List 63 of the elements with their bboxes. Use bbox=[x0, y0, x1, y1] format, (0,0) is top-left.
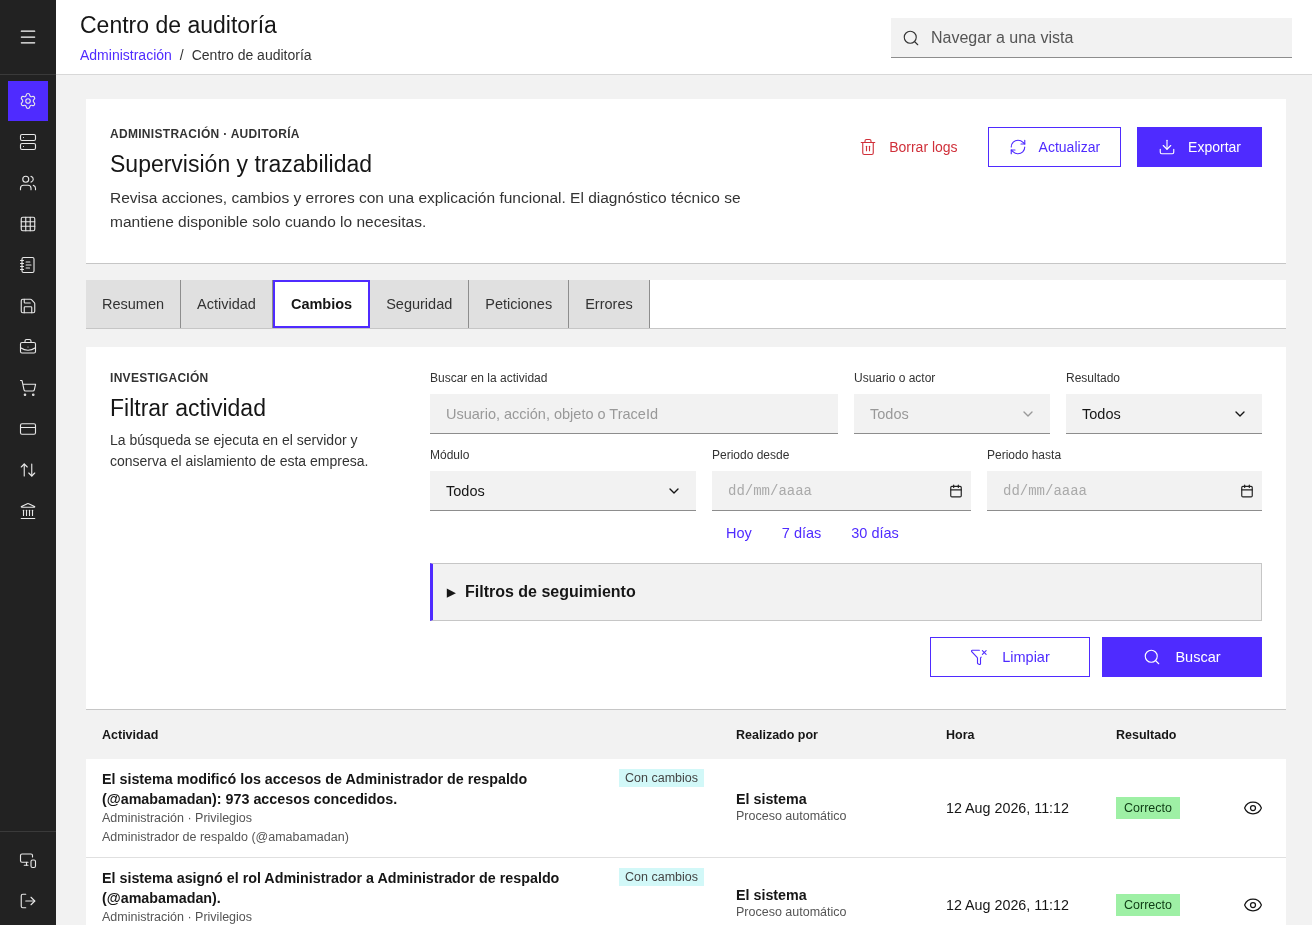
changes-tag: Con cambios bbox=[619, 769, 704, 787]
navigation-search-field[interactable]: Navegar a una vista bbox=[891, 18, 1292, 58]
time-cell-text: 12 Aug 2026, 11:12 bbox=[946, 800, 1070, 816]
module-select[interactable]: Todos bbox=[430, 471, 696, 511]
changes-tag: Con cambios bbox=[619, 868, 704, 886]
breadcrumb-link[interactable]: Administración bbox=[80, 47, 172, 63]
refresh-button[interactable]: Actualizar bbox=[987, 127, 1122, 167]
clear-filter-icon bbox=[970, 648, 989, 666]
result-select[interactable]: Todos bbox=[1066, 394, 1262, 434]
actor-detail: Proceso automático bbox=[736, 807, 848, 825]
column-header: Actividad bbox=[86, 710, 720, 759]
search-icon bbox=[902, 29, 920, 47]
filter-description: La búsqueda se ejecuta en el servidor y conserva el aislamiento de esta empresa. bbox=[110, 431, 370, 471]
tab[interactable]: Resumen bbox=[86, 280, 182, 328]
column-header: Resultado bbox=[1100, 710, 1286, 759]
search-button[interactable]: Buscar bbox=[1102, 637, 1262, 677]
tab[interactable]: Cambios bbox=[272, 280, 371, 328]
activity-meta: Administrador de respaldo (@amabamadan) bbox=[102, 829, 350, 846]
result-tag: Correcto bbox=[1116, 797, 1180, 819]
field-label: Buscar en la actividad bbox=[430, 371, 549, 385]
clear-button[interactable]: Limpiar bbox=[930, 637, 1090, 677]
actor-name: El sistema bbox=[736, 790, 808, 807]
page-title: Centro de auditoría bbox=[80, 12, 278, 39]
activity-search-field[interactable]: Usuario, acción, objeto o TraceId bbox=[430, 394, 838, 434]
tab[interactable]: Actividad bbox=[181, 280, 273, 328]
calendar-icon bbox=[1240, 483, 1254, 498]
quick-range-link[interactable]: 7 días bbox=[781, 525, 822, 541]
quick-range-link[interactable]: Hoy bbox=[726, 525, 752, 541]
export-button[interactable]: Exportar bbox=[1137, 127, 1262, 167]
field-label: Usuario o actor bbox=[854, 371, 937, 385]
activity-description: El sistema modificó los accesos de Administrador de respaldo (@amabamadan): 973 accesos concedidos. bbox=[102, 770, 529, 809]
section-title: Supervisión y trazabilidad bbox=[110, 151, 374, 178]
delete-logs-button[interactable]: Borrar logs bbox=[845, 127, 972, 167]
download-icon bbox=[1158, 138, 1177, 156]
field-label: Periodo desde bbox=[712, 448, 791, 462]
column-header: Realizado por bbox=[720, 710, 930, 759]
actor-detail: Proceso automático bbox=[736, 904, 848, 921]
field-label: Módulo bbox=[430, 448, 471, 462]
calendar-icon bbox=[949, 483, 963, 498]
column-header: Hora bbox=[930, 710, 1100, 759]
tracking-filters-accordion[interactable]: ▶ Filtros de seguimiento bbox=[430, 563, 1262, 621]
filter-title: Filtrar actividad bbox=[110, 395, 267, 422]
field-label: Periodo hasta bbox=[987, 448, 1063, 462]
tab[interactable]: Errores bbox=[569, 280, 650, 328]
field-label: Resultado bbox=[1066, 371, 1122, 385]
breadcrumb-separator: / bbox=[179, 47, 184, 63]
activity-meta: Administración · Privilegios bbox=[102, 810, 254, 827]
breadcrumb-current: Centro de auditoría bbox=[191, 47, 312, 63]
activity-description: El sistema asignó el rol Administrador a Administrador de respaldo (@amabamadan). bbox=[102, 869, 561, 908]
quick-range-link[interactable]: 30 días bbox=[851, 525, 899, 541]
result-tag: Correcto bbox=[1116, 893, 1180, 916]
settings-icon[interactable] bbox=[8, 81, 48, 121]
section-description: Revisa acciones, cambios y errores con una explicación funcional. El diagnóstico técnico se mantiene disponible solo cuando lo necesitas. bbox=[110, 188, 742, 232]
tab[interactable]: Peticiones bbox=[469, 280, 570, 328]
activity-meta: Administración · Privilegios bbox=[102, 909, 254, 925]
tab[interactable]: Seguridad bbox=[370, 280, 470, 328]
search-icon bbox=[1143, 648, 1162, 666]
time-cell-text: 12 Aug 2026, 11:12 bbox=[946, 896, 1070, 913]
filter-eyebrow: INVESTIGACIÓN bbox=[110, 371, 210, 385]
refresh-icon bbox=[1008, 138, 1027, 156]
actor-name: El sistema bbox=[736, 887, 808, 903]
trash-icon bbox=[859, 138, 878, 156]
section-eyebrow: ADMINISTRACIÓN · AUDITORÍA bbox=[110, 127, 301, 141]
